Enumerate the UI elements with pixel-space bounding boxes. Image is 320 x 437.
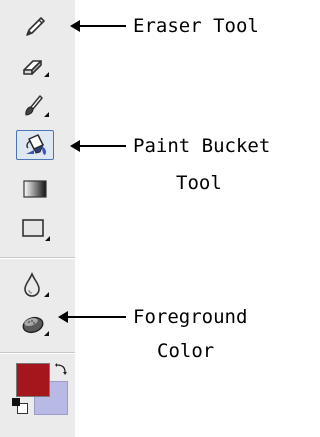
pencil-icon — [26, 17, 45, 36]
toolbar-divider-colors — [0, 352, 75, 354]
water-drop-icon — [24, 271, 49, 297]
brush-tool[interactable] — [15, 88, 55, 122]
blur-tool[interactable] — [15, 268, 55, 302]
swap-colors-icon[interactable] — [54, 362, 68, 376]
paint-bucket-tool[interactable] — [16, 130, 54, 160]
foreground-color-callout-line1: Foreground — [133, 306, 248, 328]
paint-bucket-callout-line2: Tool — [176, 172, 222, 194]
eraser-icon — [23, 60, 49, 77]
gradient-icon — [23, 180, 47, 198]
eraser-tool-callout: Eraser Tool — [133, 15, 259, 37]
sponge-tool[interactable] — [15, 307, 55, 341]
brush-icon — [25, 95, 49, 117]
foreground-color-callout-line2: Color — [157, 340, 215, 362]
default-colors-icon[interactable] — [12, 398, 28, 414]
toolbar-divider — [0, 257, 75, 259]
rectangle-icon — [22, 219, 50, 241]
pencil-tool[interactable] — [15, 10, 55, 44]
paint-bucket-callout-arrow — [70, 140, 126, 152]
gradient-tool[interactable] — [15, 172, 55, 206]
paint-bucket-icon — [26, 134, 46, 155]
default-foreground-mini-swatch — [12, 398, 20, 406]
eraser-tool[interactable] — [15, 50, 55, 84]
foreground-callout-arrow — [58, 311, 126, 323]
foreground-color-swatch[interactable] — [16, 363, 50, 397]
paint-bucket-callout-line1: Paint Bucket — [133, 135, 271, 157]
eraser-callout-arrow — [70, 20, 126, 32]
sponge-icon — [22, 316, 49, 336]
tools-toolbar — [0, 0, 75, 437]
rectangle-tool[interactable] — [15, 212, 55, 246]
